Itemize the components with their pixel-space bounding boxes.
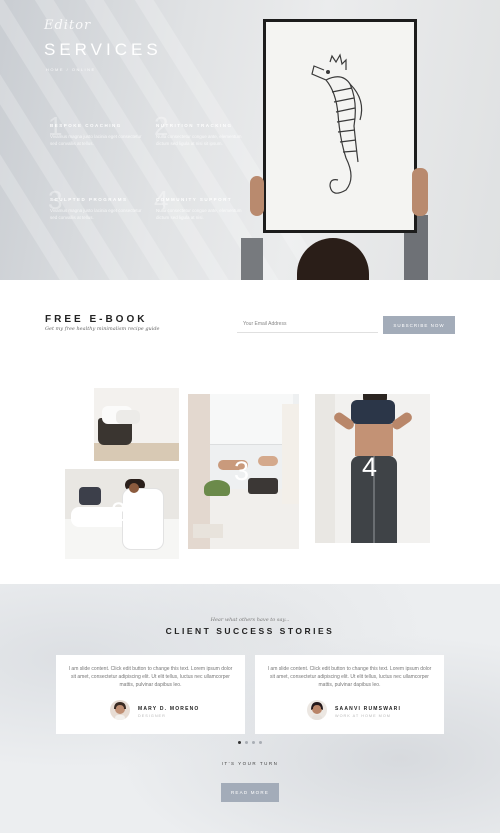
testimonial-name: SAANVI RUMSWARI	[335, 706, 402, 712]
page-title: SERVICES	[44, 40, 162, 59]
collage-number: 4	[362, 452, 378, 482]
cta-text: IT'S YOUR TURN	[221, 761, 279, 766]
testimonials-title: CLIENT SUCCESS STORIES	[165, 626, 335, 636]
testimonial-card: I am slide content. Click edit button to…	[255, 655, 444, 734]
testimonial-role: DESIGNER	[138, 714, 166, 718]
breadcrumb: HOME / ONLINE	[46, 67, 96, 72]
service-title: BESPOKE COACHING	[50, 123, 122, 128]
collage-image-fitness: 4	[315, 394, 430, 543]
avatar	[307, 700, 327, 720]
service-title: NUTRITION TRACKING	[156, 123, 233, 128]
woman-head	[297, 238, 369, 280]
collage-image-bedroom: 2	[65, 469, 179, 559]
ebook-subtitle: Get my free healthy minimalism recipe gu…	[45, 326, 160, 332]
email-field[interactable]	[237, 316, 378, 333]
testimonial-role: WORK AT HOME MOM	[335, 714, 391, 718]
ebook-title: FREE E-BOOK	[45, 314, 148, 325]
avatar	[110, 700, 130, 720]
service-item: 2 NUTRITION TRACKING Nulla consectetur c…	[154, 111, 251, 147]
service-description: Nulla consectetur congue ante, elementum…	[156, 134, 242, 146]
collage-image-kitchen: 3	[188, 394, 299, 549]
service-title: SCULPTED PROGRAMS	[50, 197, 128, 202]
testimonial-quote: I am slide content. Click edit button to…	[267, 666, 432, 688]
testimonials-kicker: Hear what others have to say...	[210, 617, 290, 623]
testimonial-name: MARY D. MORENO	[138, 706, 200, 712]
signature-logo: Editor	[44, 18, 92, 33]
subscribe-button[interactable]: SUBSCRIBE NOW	[383, 316, 455, 334]
collage-number: 2	[111, 497, 127, 527]
service-description: Nulla consectetur congue ante, elementum…	[156, 208, 242, 220]
left-hand	[250, 176, 264, 216]
seahorse-illustration	[311, 53, 363, 194]
testimonial-quote: I am slide content. Click edit button to…	[68, 666, 233, 688]
services-hero: Editor SERVICES HOME / ONLINE 1 BESPOKE …	[0, 0, 500, 280]
carousel-dot-1[interactable]	[238, 741, 241, 744]
framed-print-image	[263, 19, 417, 233]
right-hand	[412, 168, 428, 216]
left-arm	[241, 238, 263, 280]
testimonial-card: I am slide content. Click edit button to…	[56, 655, 245, 734]
service-title: COMMUNITY SUPPORT	[156, 197, 233, 202]
carousel-dot-4[interactable]	[259, 741, 262, 744]
carousel-dot-3[interactable]	[252, 741, 255, 744]
collage-number: 3	[234, 456, 250, 486]
service-description: Vivamus magna justo lacinia eget consect…	[50, 134, 142, 146]
service-description: Vivamus magna justo lacinia eget consect…	[50, 208, 142, 220]
read-more-button[interactable]: READ MORE	[221, 783, 279, 802]
collage-image-laundry	[94, 388, 179, 461]
service-item: 1 BESPOKE COACHING Vivamus magna justo l…	[48, 111, 145, 147]
carousel-dot-2[interactable]	[245, 741, 248, 744]
service-item: 4 COMMUNITY SUPPORT Nulla consectetur co…	[154, 185, 251, 221]
service-item: 3 SCULPTED PROGRAMS Vivamus magna justo …	[48, 185, 145, 221]
